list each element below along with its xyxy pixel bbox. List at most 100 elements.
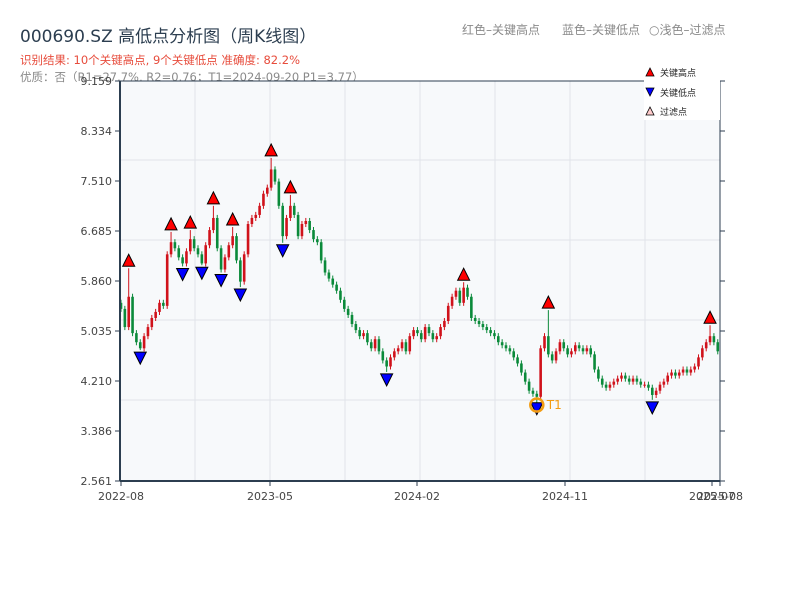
candle-body (527, 381, 531, 391)
candle-body (462, 287, 465, 303)
candle-body (574, 345, 577, 352)
candle-body (535, 393, 539, 397)
candle-body (354, 324, 358, 331)
candle-body (331, 278, 335, 285)
candle-body (593, 354, 596, 370)
candle-body (670, 372, 673, 376)
candle-body (443, 321, 446, 328)
candle-body (235, 236, 238, 261)
candle-body (358, 330, 361, 337)
candle-body (350, 314, 354, 325)
candle-body (704, 342, 708, 349)
candle-body (643, 384, 646, 386)
candle-body (204, 245, 207, 264)
candle-body (470, 296, 473, 318)
candle-body (277, 181, 281, 206)
candle (446, 302, 450, 325)
candle-body (477, 321, 481, 325)
candle-body (446, 305, 450, 322)
candle-body (362, 333, 365, 337)
candle-body (604, 384, 608, 388)
legend: 关键高点关键低点过滤点 (644, 64, 720, 120)
candle-body (658, 384, 662, 391)
x-tick-label: 2025-08 (697, 490, 743, 503)
candle-body (581, 348, 585, 352)
candle-body (281, 205, 284, 237)
candle-body (319, 242, 323, 261)
candle-body (185, 251, 188, 264)
candle (208, 227, 211, 249)
candle-body (685, 369, 689, 373)
candle-body (489, 330, 492, 334)
candle-body (554, 351, 558, 361)
x-tick-label: 2024-02 (394, 490, 440, 503)
candle-body (162, 302, 165, 306)
candle-body (208, 230, 211, 246)
candle (285, 214, 288, 240)
candle (246, 220, 250, 258)
candle (131, 293, 134, 337)
candle-body (712, 336, 716, 343)
candle-body (300, 224, 304, 237)
candle (242, 251, 246, 285)
candle-body (500, 342, 504, 346)
candle-body (662, 381, 666, 385)
candle-body (627, 378, 631, 382)
candle-body (327, 272, 331, 279)
candle-body (589, 348, 592, 355)
candle (408, 333, 412, 355)
candle-body (504, 345, 508, 349)
candle-body (262, 193, 265, 206)
candle (593, 351, 596, 373)
candle-body (123, 308, 127, 328)
y-tick-label: 4.210 (81, 375, 113, 388)
candle-body (466, 287, 469, 297)
legend-label: 关键低点 (660, 87, 696, 99)
candle-body (308, 220, 311, 231)
candle-body (539, 348, 542, 397)
candle-body (520, 363, 523, 373)
candle-body (246, 224, 250, 255)
candle-body (173, 242, 177, 249)
x-tick-label: 2024-11 (542, 490, 588, 503)
y-tick-label: 8.334 (81, 125, 113, 138)
y-tick-label: 9.159 (81, 75, 113, 88)
candle-body (550, 354, 554, 361)
candle-body (219, 248, 223, 270)
candle-body (508, 348, 512, 352)
candle-body (266, 187, 269, 194)
candle-body (396, 348, 400, 352)
candle-body (654, 390, 658, 395)
candlestick-chart: 9.159 8.334 7.510 6.685 5.860 5.035 4.210 3.386… (81, 64, 743, 503)
candle (219, 245, 223, 273)
legend-label: 过滤点 (660, 106, 687, 118)
candle-body (323, 260, 327, 273)
candle-body (597, 369, 600, 379)
candle-body (142, 336, 146, 349)
candle-body (215, 217, 219, 249)
candle-body (369, 342, 373, 349)
candle-body (666, 375, 669, 382)
candle-body (223, 257, 227, 270)
candle-body (681, 369, 685, 373)
candle (470, 293, 473, 322)
candle-body (435, 336, 438, 340)
candle-body (427, 327, 431, 334)
candle-body (547, 336, 550, 355)
candle-body (412, 330, 415, 337)
candle-body (639, 381, 643, 385)
candle-body (250, 217, 254, 225)
candle-body (385, 360, 388, 367)
candle-body (393, 351, 396, 358)
candle-body (377, 339, 381, 352)
candle-body (181, 257, 184, 264)
candle-body (292, 205, 296, 215)
candle-body (177, 248, 181, 258)
candle-body (285, 217, 288, 237)
candle-body (135, 333, 138, 343)
y-tick-label: 5.035 (81, 325, 113, 338)
t1-label: T1 (546, 398, 562, 412)
candle-body (158, 302, 161, 312)
candle-body (450, 296, 454, 306)
candle (204, 242, 207, 267)
